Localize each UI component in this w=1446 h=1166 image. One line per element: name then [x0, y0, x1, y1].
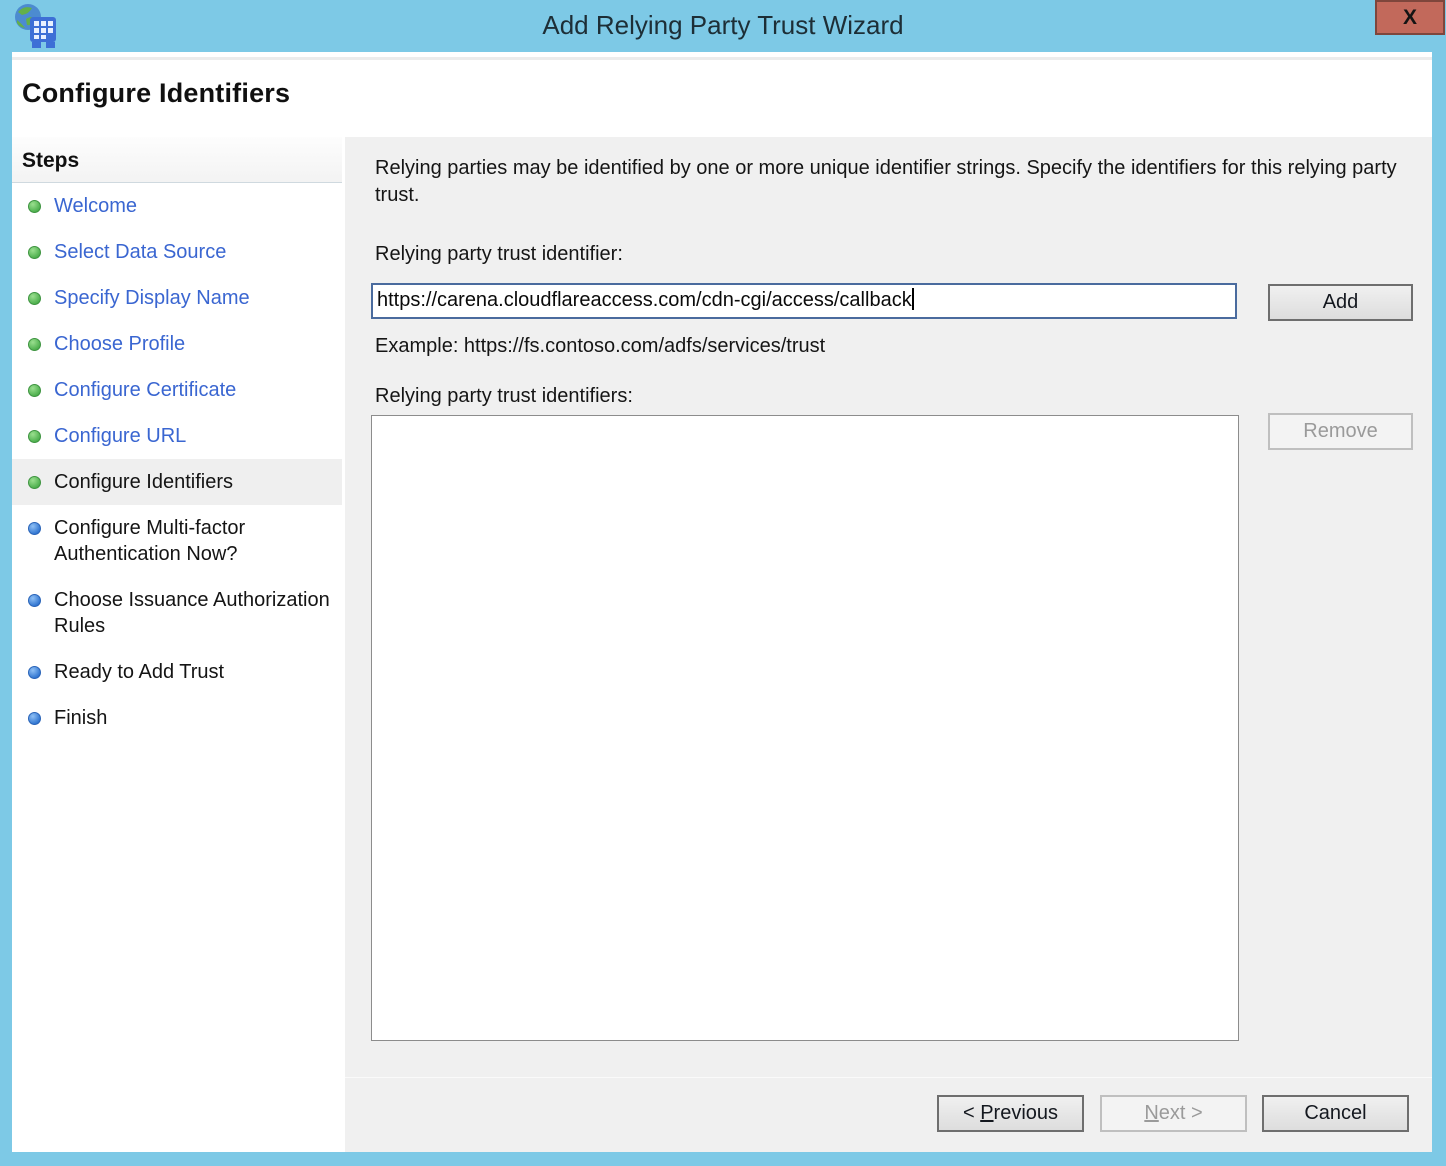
- step-label: Choose Profile: [54, 331, 185, 357]
- step-label: Select Data Source: [54, 239, 226, 265]
- step-label: Configure Certificate: [54, 377, 236, 403]
- add-button[interactable]: Add: [1268, 284, 1413, 321]
- sidebar-step-choose-profile[interactable]: Choose Profile: [12, 321, 342, 367]
- steps-list: Welcome Select Data Source Specify Displ…: [12, 183, 342, 741]
- remove-button: Remove: [1268, 413, 1413, 450]
- identifiers-list-label: Relying party trust identifiers:: [375, 385, 633, 408]
- step-label: Choose Issuance Authorization Rules: [54, 587, 334, 639]
- sidebar-step-welcome[interactable]: Welcome: [12, 183, 342, 229]
- step-bullet-icon: [28, 712, 41, 725]
- main-panel: Relying parties may be identified by one…: [345, 137, 1432, 1152]
- sidebar-step-configure-certificate[interactable]: Configure Certificate: [12, 367, 342, 413]
- step-label: Finish: [54, 705, 107, 731]
- sidebar-step-configure-identifiers: Configure Identifiers: [12, 459, 342, 505]
- step-bullet-icon: [28, 384, 41, 397]
- cancel-button[interactable]: Cancel: [1262, 1095, 1409, 1132]
- close-button[interactable]: X: [1375, 0, 1445, 35]
- intro-text: Relying parties may be identified by one…: [375, 155, 1405, 209]
- step-bullet-icon: [28, 200, 41, 213]
- sidebar-step-ready-to-add-trust: Ready to Add Trust: [12, 649, 342, 695]
- sidebar-step-configure-multi-factor-authentication-now: Configure Multi-factor Authentication No…: [12, 505, 342, 577]
- wizard-sheet: Configure Identifiers Steps Welcome Sele…: [12, 52, 1432, 1152]
- steps-title: Steps: [12, 137, 342, 183]
- step-bullet-icon: [28, 246, 41, 259]
- adfs-app-icon: [13, 3, 59, 49]
- step-bullet-icon: [28, 476, 41, 489]
- next-button: Next >: [1100, 1095, 1247, 1132]
- step-label: Configure Multi-factor Authentication No…: [54, 515, 334, 567]
- page-header: Configure Identifiers: [12, 52, 1432, 137]
- step-label: Configure Identifiers: [54, 469, 233, 495]
- example-text: Example: https://fs.contoso.com/adfs/ser…: [375, 335, 825, 358]
- sidebar-step-finish: Finish: [12, 695, 342, 741]
- identifiers-listbox[interactable]: [371, 415, 1239, 1041]
- previous-button[interactable]: < Previous: [937, 1095, 1084, 1132]
- titlebar: Add Relying Party Trust Wizard X: [0, 0, 1446, 52]
- window-title: Add Relying Party Trust Wizard: [0, 0, 1446, 50]
- step-bullet-icon: [28, 666, 41, 679]
- step-label: Configure URL: [54, 423, 186, 449]
- text-caret-icon: [912, 288, 914, 310]
- identifier-label: Relying party trust identifier:: [375, 243, 623, 266]
- wizard-window: Add Relying Party Trust Wizard X Configu…: [0, 0, 1446, 1166]
- step-label: Welcome: [54, 193, 137, 219]
- sidebar-step-choose-issuance-authorization-rules: Choose Issuance Authorization Rules: [12, 577, 342, 649]
- step-bullet-icon: [28, 292, 41, 305]
- sidebar-step-specify-display-name[interactable]: Specify Display Name: [12, 275, 342, 321]
- step-bullet-icon: [28, 522, 41, 535]
- footer-separator: [345, 1077, 1432, 1078]
- identifier-input-value: https://carena.cloudflareaccess.com/cdn-…: [377, 289, 912, 311]
- page-title: Configure Identifiers: [12, 52, 1432, 109]
- step-bullet-icon: [28, 594, 41, 607]
- step-label: Ready to Add Trust: [54, 659, 224, 685]
- identifier-input[interactable]: https://carena.cloudflareaccess.com/cdn-…: [371, 283, 1237, 319]
- sidebar-step-select-data-source[interactable]: Select Data Source: [12, 229, 342, 275]
- steps-sidebar: Steps Welcome Select Data Source Specify…: [12, 137, 342, 1152]
- step-bullet-icon: [28, 430, 41, 443]
- step-bullet-icon: [28, 338, 41, 351]
- step-label: Specify Display Name: [54, 285, 250, 311]
- sidebar-step-configure-url[interactable]: Configure URL: [12, 413, 342, 459]
